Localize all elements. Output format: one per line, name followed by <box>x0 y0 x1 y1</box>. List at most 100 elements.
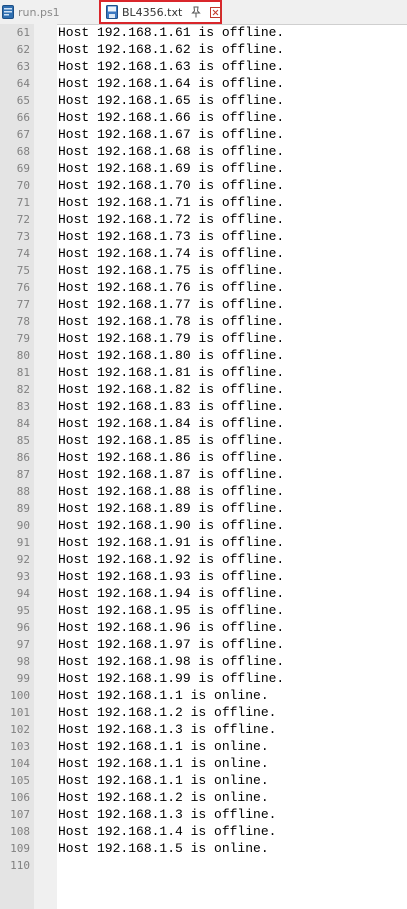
line-number: 71 <box>16 196 30 209</box>
editor-line[interactable]: 68 Host 192.168.1.68 is offline. <box>0 143 407 160</box>
line-number: 61 <box>16 26 30 39</box>
line-number: 101 <box>10 706 30 719</box>
line-text: Host 192.168.1.80 is offline. <box>58 348 285 363</box>
line-text: Host 192.168.1.1 is online. <box>58 688 269 703</box>
editor-line[interactable]: 78 Host 192.168.1.78 is offline. <box>0 313 407 330</box>
editor-line[interactable]: 74 Host 192.168.1.74 is offline. <box>0 245 407 262</box>
line-text: Host 192.168.1.73 is offline. <box>58 229 285 244</box>
editor-line[interactable]: 63 Host 192.168.1.63 is offline. <box>0 58 407 75</box>
line-text: Host 192.168.1.69 is offline. <box>58 161 285 176</box>
editor-line[interactable]: 107 Host 192.168.1.3 is offline. <box>0 806 407 823</box>
editor-line[interactable]: 64 Host 192.168.1.64 is offline. <box>0 75 407 92</box>
line-text: Host 192.168.1.1 is online. <box>58 773 269 788</box>
line-text: Host 192.168.1.70 is offline. <box>58 178 285 193</box>
editor-line[interactable]: 90 Host 192.168.1.90 is offline. <box>0 517 407 534</box>
line-text: Host 192.168.1.94 is offline. <box>58 586 285 601</box>
editor-line[interactable]: 89 Host 192.168.1.89 is offline. <box>0 500 407 517</box>
editor-line[interactable]: 65 Host 192.168.1.65 is offline. <box>0 92 407 109</box>
line-number: 72 <box>16 213 30 226</box>
close-icon[interactable] <box>210 6 222 18</box>
editor-line[interactable]: 109 Host 192.168.1.5 is online. <box>0 840 407 857</box>
line-text: Host 192.168.1.89 is offline. <box>58 501 285 516</box>
editor-line[interactable]: 110 <box>0 857 407 874</box>
line-number: 90 <box>16 519 30 532</box>
editor-line[interactable]: 88 Host 192.168.1.88 is offline. <box>0 483 407 500</box>
editor-line[interactable]: 102 Host 192.168.1.3 is offline. <box>0 721 407 738</box>
pin-icon[interactable] <box>191 6 202 18</box>
editor-line[interactable]: 82 Host 192.168.1.82 is offline. <box>0 381 407 398</box>
editor-line[interactable]: 69 Host 192.168.1.69 is offline. <box>0 160 407 177</box>
editor-line[interactable]: 91 Host 192.168.1.91 is offline. <box>0 534 407 551</box>
line-number: 106 <box>10 791 30 804</box>
editor-line[interactable]: 104 Host 192.168.1.1 is online. <box>0 755 407 772</box>
line-text: Host 192.168.1.1 is online. <box>58 756 269 771</box>
editor-line[interactable]: 80 Host 192.168.1.80 is offline. <box>0 347 407 364</box>
editor-line[interactable]: 105 Host 192.168.1.1 is online. <box>0 772 407 789</box>
editor-line[interactable]: 95 Host 192.168.1.95 is offline. <box>0 602 407 619</box>
editor-line[interactable]: 108 Host 192.168.1.4 is offline. <box>0 823 407 840</box>
line-number: 75 <box>16 264 30 277</box>
editor-line[interactable]: 86 Host 192.168.1.86 is offline. <box>0 449 407 466</box>
editor-line[interactable]: 79 Host 192.168.1.79 is offline. <box>0 330 407 347</box>
tab-run-ps1[interactable]: run.ps1 <box>0 2 60 22</box>
line-number: 104 <box>10 757 30 770</box>
editor-line[interactable]: 72 Host 192.168.1.72 is offline. <box>0 211 407 228</box>
editor-line[interactable]: 87 Host 192.168.1.87 is offline. <box>0 466 407 483</box>
editor-line[interactable]: 73 Host 192.168.1.73 is offline. <box>0 228 407 245</box>
editor-line[interactable]: 71 Host 192.168.1.71 is offline. <box>0 194 407 211</box>
editor-line[interactable]: 75 Host 192.168.1.75 is offline. <box>0 262 407 279</box>
line-number: 83 <box>16 400 30 413</box>
editor-line[interactable]: 106 Host 192.168.1.2 is online. <box>0 789 407 806</box>
line-number: 91 <box>16 536 30 549</box>
editor-line[interactable]: 96 Host 192.168.1.96 is offline. <box>0 619 407 636</box>
editor-line[interactable]: 99 Host 192.168.1.99 is offline. <box>0 670 407 687</box>
editor-line[interactable]: 62 Host 192.168.1.62 is offline. <box>0 41 407 58</box>
editor-line[interactable]: 61 Host 192.168.1.61 is offline. <box>0 24 407 41</box>
line-text: Host 192.168.1.74 is offline. <box>58 246 285 261</box>
editor-line[interactable]: 84 Host 192.168.1.84 is offline. <box>0 415 407 432</box>
editor-line[interactable]: 97 Host 192.168.1.97 is offline. <box>0 636 407 653</box>
text-editor[interactable]: 61 Host 192.168.1.61 is offline. 62 Host 19… <box>0 24 407 909</box>
editor-line[interactable]: 81 Host 192.168.1.81 is offline. <box>0 364 407 381</box>
line-text: Host 192.168.1.3 is offline. <box>58 722 277 737</box>
line-text: Host 192.168.1.65 is offline. <box>58 93 285 108</box>
line-number: 78 <box>16 315 30 328</box>
editor-line[interactable]: 67 Host 192.168.1.67 is offline. <box>0 126 407 143</box>
editor-line[interactable]: 100 Host 192.168.1.1 is online. <box>0 687 407 704</box>
line-text: Host 192.168.1.91 is offline. <box>58 535 285 550</box>
line-number: 73 <box>16 230 30 243</box>
editor-line[interactable]: 103 Host 192.168.1.1 is online. <box>0 738 407 755</box>
editor-line[interactable]: 70 Host 192.168.1.70 is offline. <box>0 177 407 194</box>
tab-label: BL4356.txt <box>122 5 183 19</box>
line-number: 79 <box>16 332 30 345</box>
tab-bar: run.ps1 BL4356.txt <box>0 0 407 25</box>
editor-line[interactable]: 94 Host 192.168.1.94 is offline. <box>0 585 407 602</box>
line-text: Host 192.168.1.68 is offline. <box>58 144 285 159</box>
line-number: 74 <box>16 247 30 260</box>
editor-line[interactable]: 101 Host 192.168.1.2 is offline. <box>0 704 407 721</box>
line-text: Host 192.168.1.2 is offline. <box>58 705 277 720</box>
line-number: 105 <box>10 774 30 787</box>
tab-bl4356-txt[interactable]: BL4356.txt <box>99 0 222 24</box>
line-number: 84 <box>16 417 30 430</box>
line-text: Host 192.168.1.99 is offline. <box>58 671 285 686</box>
editor-line[interactable]: 92 Host 192.168.1.92 is offline. <box>0 551 407 568</box>
line-text: Host 192.168.1.71 is offline. <box>58 195 285 210</box>
line-text: Host 192.168.1.78 is offline. <box>58 314 285 329</box>
line-text: Host 192.168.1.62 is offline. <box>58 42 285 57</box>
line-text: Host 192.168.1.93 is offline. <box>58 569 285 584</box>
editor-line[interactable]: 85 Host 192.168.1.85 is offline. <box>0 432 407 449</box>
editor-line[interactable]: 93 Host 192.168.1.93 is offline. <box>0 568 407 585</box>
editor-line[interactable]: 66 Host 192.168.1.66 is offline. <box>0 109 407 126</box>
editor-line[interactable]: 83 Host 192.168.1.83 is offline. <box>0 398 407 415</box>
editor-line[interactable]: 98 Host 192.168.1.98 is offline. <box>0 653 407 670</box>
editor-line[interactable]: 76 Host 192.168.1.76 is offline. <box>0 279 407 296</box>
line-number: 63 <box>16 60 30 73</box>
editor-line[interactable]: 77 Host 192.168.1.77 is offline. <box>0 296 407 313</box>
line-text: Host 192.168.1.66 is offline. <box>58 110 285 125</box>
line-number: 103 <box>10 740 30 753</box>
line-text: Host 192.168.1.63 is offline. <box>58 59 285 74</box>
line-text: Host 192.168.1.67 is offline. <box>58 127 285 142</box>
line-number: 94 <box>16 587 30 600</box>
line-text: Host 192.168.1.64 is offline. <box>58 76 285 91</box>
